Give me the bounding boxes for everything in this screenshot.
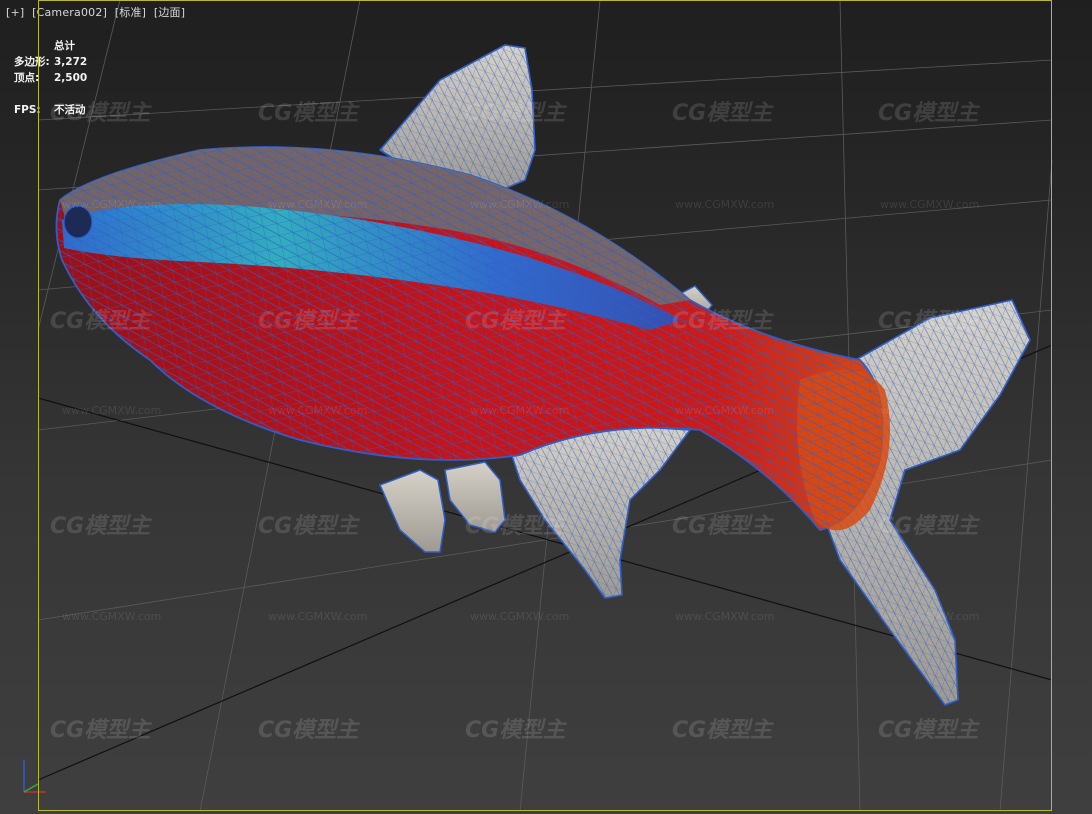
viewport-label: [+] [Camera002] [标准] [边面] [6, 4, 189, 20]
stats-header: 总计 [54, 40, 75, 52]
pelvic-fin-left [378, 469, 446, 553]
shading-menu-button[interactable]: [标准] [115, 6, 146, 19]
viewport-menu-button[interactable]: [+] [6, 6, 24, 19]
polygon-count-row: 多边形: 3,272 [14, 54, 87, 70]
viewport[interactable]: CG模型主 CG模型主 CG模型主 CG模型主 CG模型主 CG模型主 CG模型… [0, 0, 1092, 814]
statistics-overlay: 总计 多边形: 3,272 顶点: 2,500 FPS: 不活动 [14, 38, 87, 118]
pelvic-fin-right [444, 461, 506, 533]
polygons-value: 3,272 [54, 56, 88, 68]
camera-menu-button[interactable]: [Camera002] [32, 6, 107, 19]
polygons-label: 多边形: [14, 56, 50, 68]
fps-value: 不活动 [54, 104, 86, 116]
display-mode-menu-button[interactable]: [边面] [154, 6, 185, 19]
scene-canvas[interactable] [0, 0, 1092, 814]
fps-row: FPS: 不活动 [14, 102, 87, 118]
vertex-count-row: 顶点: 2,500 [14, 70, 87, 86]
axis-gizmo [23, 760, 46, 793]
fish-model[interactable] [55, 44, 1031, 706]
fps-label: FPS: [14, 104, 41, 116]
fish-eye [63, 205, 93, 239]
vertices-label: 顶点: [14, 72, 40, 84]
vertices-value: 2,500 [54, 72, 88, 84]
